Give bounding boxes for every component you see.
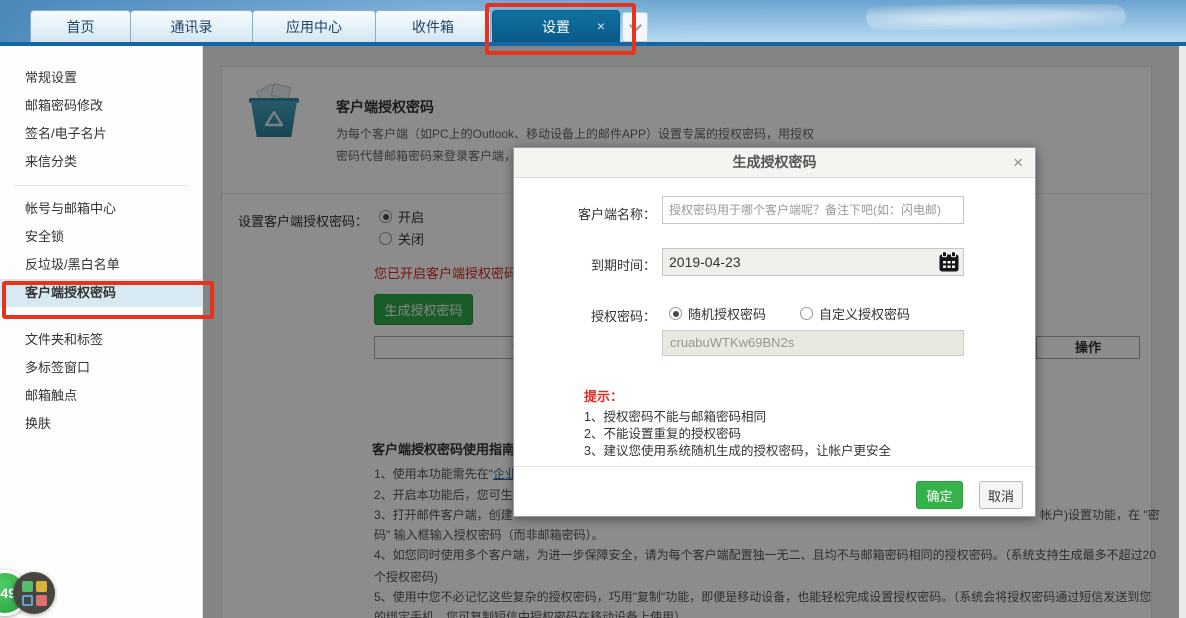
webmail-settings-screen: 首页 通讯录 应用中心 收件箱 设置 × 常规设置 邮箱密码修改 签名/电子名片…: [0, 0, 1186, 618]
grid-square-blue: [22, 595, 33, 606]
tip-item-3: 3、建议您使用系统随机生成的授权密码，让帐户更安全: [584, 440, 891, 459]
sidebar-item-general[interactable]: 常规设置: [0, 64, 202, 92]
expire-date-input[interactable]: [662, 248, 964, 276]
tab-contacts[interactable]: 通讯录: [130, 10, 253, 42]
sidebar-item-skin[interactable]: 换肤: [0, 410, 202, 438]
cancel-button[interactable]: 取消: [979, 481, 1023, 509]
tab-settings[interactable]: 设置 ×: [492, 10, 620, 42]
sidebar-item-folders-tags[interactable]: 文件夹和标签: [0, 326, 202, 354]
expire-date-label: 到期时间：: [554, 255, 656, 274]
dialog-title: 生成授权密码: [514, 148, 1035, 177]
tab-home[interactable]: 首页: [30, 10, 131, 42]
sidebar-item-password-change[interactable]: 邮箱密码修改: [0, 92, 202, 120]
client-name-label: 客户端名称：: [554, 204, 656, 223]
radio-custom-label: 自定义授权密码: [819, 304, 910, 323]
ok-button[interactable]: 确定: [916, 481, 963, 509]
calendar-icon[interactable]: [938, 251, 960, 273]
sidebar-item-multitab[interactable]: 多标签窗口: [0, 354, 202, 382]
sidebar-item-client-auth-password[interactable]: 客户端授权密码: [0, 279, 202, 307]
grid-square-yellow: [36, 581, 47, 592]
sidebar-divider: [14, 316, 188, 317]
tab-settings-label: 设置: [542, 17, 570, 37]
tips-title: 提示：: [584, 386, 623, 405]
generated-password-field: cruabuWTKw69BN2s: [662, 330, 964, 356]
tab-inbox[interactable]: 收件箱: [375, 10, 491, 42]
auth-password-label: 授权密码：: [554, 306, 656, 325]
radio-custom-password[interactable]: [800, 307, 813, 320]
dialog-footer-divider: [514, 466, 1035, 467]
tab-overflow-button[interactable]: [622, 12, 648, 42]
sidebar-item-account-center[interactable]: 帐号与邮箱中心: [0, 195, 202, 223]
sidebar-item-mail-sorting[interactable]: 来信分类: [0, 148, 202, 176]
sidebar-divider: [14, 185, 188, 186]
tab-app-center[interactable]: 应用中心: [252, 10, 376, 42]
grid-square-red: [36, 595, 47, 606]
client-name-input[interactable]: [662, 196, 964, 224]
close-icon[interactable]: ×: [1013, 148, 1023, 177]
scrollbar-track[interactable]: [1179, 46, 1186, 618]
chevron-down-icon: [629, 19, 642, 32]
grid-square-green: [22, 581, 33, 592]
radio-row-random: 随机授权密码: [669, 304, 766, 323]
sidebar-item-mail-touchpoint[interactable]: 邮箱触点: [0, 382, 202, 410]
settings-sidebar: 常规设置 邮箱密码修改 签名/电子名片 来信分类 帐号与邮箱中心 安全锁 反垃圾…: [0, 46, 203, 618]
tab-close-icon[interactable]: ×: [597, 18, 605, 34]
radio-random-label: 随机授权密码: [688, 304, 766, 323]
cloud-decoration: [866, 4, 1126, 30]
radio-row-custom: 自定义授权密码: [800, 304, 910, 323]
generate-password-dialog: 生成授权密码 × 客户端名称： 到期时间： 授权密码： 随机授权密码: [513, 147, 1036, 517]
app-launcher-icon[interactable]: [13, 572, 55, 614]
radio-random-password[interactable]: [669, 307, 682, 320]
sidebar-item-security-lock[interactable]: 安全锁: [0, 223, 202, 251]
sidebar-item-signature[interactable]: 签名/电子名片: [0, 120, 202, 148]
dialog-header: 生成授权密码 ×: [514, 148, 1035, 178]
sidebar-item-antispam[interactable]: 反垃圾/黑白名单: [0, 251, 202, 279]
